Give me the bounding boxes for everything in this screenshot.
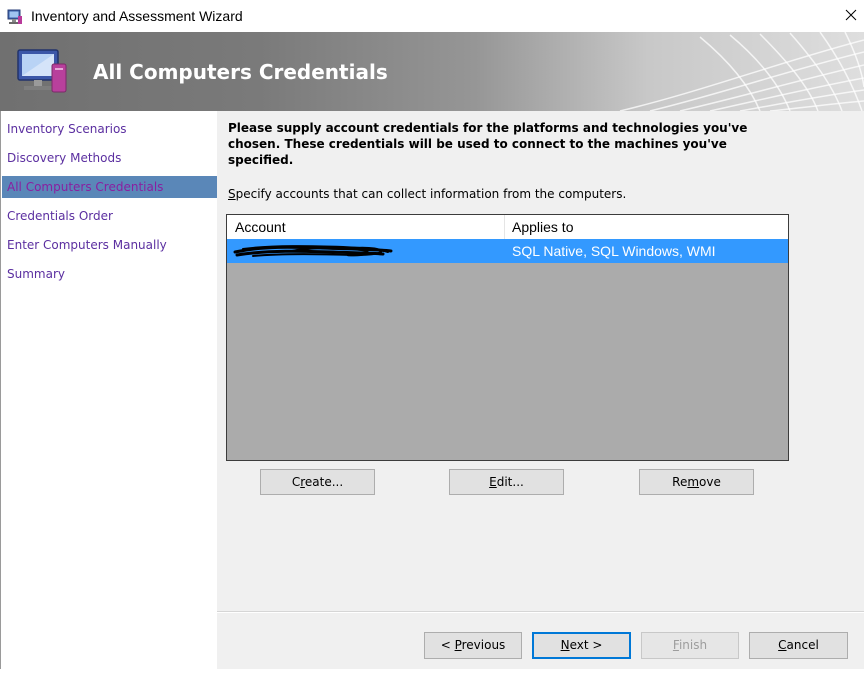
nav-item-enter-computers-manually[interactable]: Enter Computers Manually (2, 234, 218, 256)
close-button[interactable] (838, 0, 864, 32)
list-header: Account Applies to (227, 215, 788, 239)
previous-button-label-pre: < (440, 638, 455, 652)
credentials-list[interactable]: Account Applies to SQL Native, SQL Windo… (226, 214, 789, 461)
list-row[interactable]: SQL Native, SQL Windows, WMI (227, 239, 788, 263)
cancel-button-mnemonic: C (778, 638, 787, 652)
nav-item-credentials-order[interactable]: Credentials Order (2, 205, 218, 227)
create-button-label-pre: C (291, 475, 301, 489)
list-caption-mnemonic: S (228, 187, 236, 201)
nav-item-all-computers-credentials[interactable]: All Computers Credentials (2, 176, 218, 198)
list-cell-applies-to: SQL Native, SQL Windows, WMI (512, 243, 716, 259)
edit-button-mnemonic: E (489, 475, 497, 489)
computer-icon (6, 8, 24, 26)
remove-button[interactable]: Remove (639, 469, 754, 495)
decorative-wave-graphic (619, 32, 864, 111)
instructions-text: Please supply account credentials for th… (228, 121, 748, 167)
nav-item-summary[interactable]: Summary (2, 263, 218, 285)
window-title: Inventory and Assessment Wizard (31, 8, 243, 24)
remove-button-mnemonic: m (687, 475, 700, 489)
wizard-content: Please supply account credentials for th… (217, 111, 864, 669)
remove-button-label-pre: Re (672, 475, 688, 489)
previous-button-mnemonic: P (454, 638, 462, 652)
finish-button-label-post: inish (678, 638, 708, 652)
column-header-applies-to[interactable]: Applies to (506, 215, 788, 239)
page-title: All Computers Credentials (93, 60, 388, 84)
footer-divider (217, 611, 864, 613)
cancel-button[interactable]: Cancel (749, 632, 848, 659)
remove-button-label-post: ove (699, 475, 721, 489)
next-button-label-post: ext > (569, 638, 603, 652)
list-caption-text: pecify accounts that can collect informa… (235, 187, 627, 201)
title-bar: Inventory and Assessment Wizard (0, 0, 864, 32)
edit-button-label-post: dit... (496, 475, 524, 489)
wizard-steps-nav: Inventory Scenarios Discovery Methods Al… (0, 111, 218, 669)
previous-button[interactable]: < Previous (424, 632, 522, 659)
next-button-mnemonic: N (560, 638, 570, 652)
close-icon (845, 9, 857, 24)
computer-monitor-icon (14, 46, 70, 96)
finish-button[interactable]: Finish (641, 632, 739, 659)
cancel-button-label-post: ancel (786, 638, 819, 652)
create-button[interactable]: Create... (260, 469, 375, 495)
column-header-account[interactable]: Account (227, 215, 505, 239)
window-bottom-edge (0, 669, 864, 680)
nav-item-discovery-methods[interactable]: Discovery Methods (2, 147, 218, 169)
list-caption: Specify accounts that can collect inform… (228, 187, 626, 201)
create-button-label-post: eate... (304, 475, 344, 489)
next-button[interactable]: Next > (532, 632, 631, 659)
edit-button[interactable]: Edit... (449, 469, 564, 495)
nav-item-inventory-scenarios[interactable]: Inventory Scenarios (2, 118, 218, 140)
wizard-banner: All Computers Credentials (0, 32, 864, 111)
redacted-account-scribble (233, 245, 393, 257)
previous-button-label-post: revious (461, 638, 506, 652)
